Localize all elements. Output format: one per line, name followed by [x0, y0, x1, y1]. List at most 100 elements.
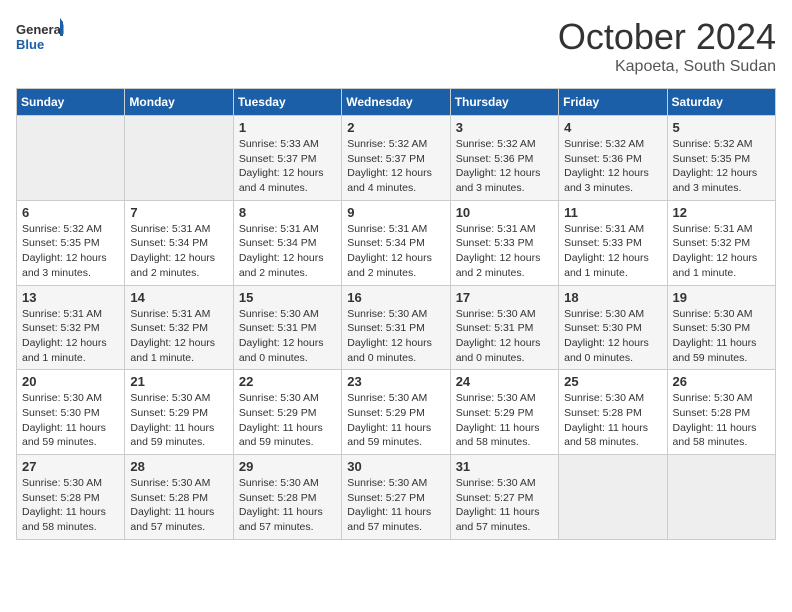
calendar-cell: 5 Sunrise: 5:32 AMSunset: 5:35 PMDaylight…: [667, 116, 775, 201]
day-info: Sunrise: 5:30 AMSunset: 5:29 PMDaylight:…: [456, 391, 553, 450]
calendar-cell: 7 Sunrise: 5:31 AMSunset: 5:34 PMDaylight…: [125, 200, 233, 285]
weekday-header-row: SundayMondayTuesdayWednesdayThursdayFrid…: [17, 89, 776, 116]
week-row-2: 6Sunrise: 5:32 AMSunset: 5:35 PMDaylight…: [17, 200, 776, 285]
calendar-cell: 15 Sunrise: 5:30 AMSunset: 5:31 PMDayligh…: [233, 285, 341, 370]
calendar-cell: 19Sunrise: 5:30 AMSunset: 5:30 PMDayligh…: [667, 285, 775, 370]
day-number: 21: [130, 374, 227, 389]
day-number: 9: [347, 205, 444, 220]
day-info: Sunrise: 5:30 AMSunset: 5:31 PMDaylight:…: [456, 307, 553, 366]
day-info: Sunrise: 5:32 AMSunset: 5:36 PMDaylight:…: [564, 137, 661, 196]
day-info: Sunrise: 5:30 AMSunset: 5:27 PMDaylight:…: [347, 476, 444, 535]
day-number: 18: [564, 290, 661, 305]
calendar-cell: 8 Sunrise: 5:31 AMSunset: 5:34 PMDaylight…: [233, 200, 341, 285]
calendar-cell: 29 Sunrise: 5:30 AMSunset: 5:28 PMDayligh…: [233, 455, 341, 540]
day-info: Sunrise: 5:30 AMSunset: 5:27 PMDaylight:…: [456, 476, 553, 535]
day-number: 19: [673, 290, 770, 305]
location: Kapoeta, South Sudan: [558, 58, 776, 76]
calendar-cell: 10Sunrise: 5:31 AMSunset: 5:33 PMDayligh…: [450, 200, 558, 285]
day-number: 6: [22, 205, 119, 220]
week-row-5: 27 Sunrise: 5:30 AMSunset: 5:28 PMDayligh…: [17, 455, 776, 540]
day-info: Sunrise: 5:30 AMSunset: 5:28 PMDaylight:…: [239, 476, 336, 535]
day-info: Sunrise: 5:30 AMSunset: 5:28 PMDaylight:…: [22, 476, 119, 535]
calendar-cell: 23 Sunrise: 5:30 AMSunset: 5:29 PMDayligh…: [342, 370, 450, 455]
day-info: Sunrise: 5:31 AMSunset: 5:32 PMDaylight:…: [673, 222, 770, 281]
calendar-cell: 24Sunrise: 5:30 AMSunset: 5:29 PMDayligh…: [450, 370, 558, 455]
calendar-cell: 6Sunrise: 5:32 AMSunset: 5:35 PMDaylight…: [17, 200, 125, 285]
weekday-header-sunday: Sunday: [17, 89, 125, 116]
day-number: 4: [564, 120, 661, 135]
day-number: 29: [239, 459, 336, 474]
calendar-cell: 20Sunrise: 5:30 AMSunset: 5:30 PMDayligh…: [17, 370, 125, 455]
calendar-cell: [559, 455, 667, 540]
day-info: Sunrise: 5:31 AMSunset: 5:34 PMDaylight:…: [239, 222, 336, 281]
calendar-cell: 1Sunrise: 5:33 AMSunset: 5:37 PMDaylight…: [233, 116, 341, 201]
week-row-1: 1Sunrise: 5:33 AMSunset: 5:37 PMDaylight…: [17, 116, 776, 201]
day-info: Sunrise: 5:30 AMSunset: 5:28 PMDaylight:…: [130, 476, 227, 535]
day-number: 16: [347, 290, 444, 305]
calendar-cell: 4 Sunrise: 5:32 AMSunset: 5:36 PMDaylight…: [559, 116, 667, 201]
day-info: Sunrise: 5:33 AMSunset: 5:37 PMDaylight:…: [239, 137, 336, 196]
day-number: 14: [130, 290, 227, 305]
day-info: Sunrise: 5:30 AMSunset: 5:29 PMDaylight:…: [239, 391, 336, 450]
week-row-3: 13 Sunrise: 5:31 AMSunset: 5:32 PMDayligh…: [17, 285, 776, 370]
day-info: Sunrise: 5:30 AMSunset: 5:29 PMDaylight:…: [347, 391, 444, 450]
calendar-cell: 28 Sunrise: 5:30 AMSunset: 5:28 PMDayligh…: [125, 455, 233, 540]
day-number: 5: [673, 120, 770, 135]
day-number: 25: [564, 374, 661, 389]
calendar-cell: 26 Sunrise: 5:30 AMSunset: 5:28 PMDayligh…: [667, 370, 775, 455]
day-info: Sunrise: 5:30 AMSunset: 5:30 PMDaylight:…: [564, 307, 661, 366]
weekday-header-friday: Friday: [559, 89, 667, 116]
day-info: Sunrise: 5:31 AMSunset: 5:32 PMDaylight:…: [22, 307, 119, 366]
svg-text:General: General: [16, 22, 64, 37]
calendar-table: SundayMondayTuesdayWednesdayThursdayFrid…: [16, 88, 776, 540]
calendar-cell: [17, 116, 125, 201]
calendar-cell: 30 Sunrise: 5:30 AMSunset: 5:27 PMDayligh…: [342, 455, 450, 540]
calendar-cell: 9 Sunrise: 5:31 AMSunset: 5:34 PMDaylight…: [342, 200, 450, 285]
calendar-cell: 27 Sunrise: 5:30 AMSunset: 5:28 PMDayligh…: [17, 455, 125, 540]
day-number: 26: [673, 374, 770, 389]
page-header: General Blue October 2024 Kapoeta, South…: [16, 16, 776, 76]
day-number: 17: [456, 290, 553, 305]
day-info: Sunrise: 5:30 AMSunset: 5:28 PMDaylight:…: [673, 391, 770, 450]
title-block: October 2024 Kapoeta, South Sudan: [558, 16, 776, 76]
day-info: Sunrise: 5:31 AMSunset: 5:34 PMDaylight:…: [130, 222, 227, 281]
calendar-cell: 2Sunrise: 5:32 AMSunset: 5:37 PMDaylight…: [342, 116, 450, 201]
day-number: 30: [347, 459, 444, 474]
calendar-cell: 3Sunrise: 5:32 AMSunset: 5:36 PMDaylight…: [450, 116, 558, 201]
calendar-cell: 18 Sunrise: 5:30 AMSunset: 5:30 PMDayligh…: [559, 285, 667, 370]
week-row-4: 20Sunrise: 5:30 AMSunset: 5:30 PMDayligh…: [17, 370, 776, 455]
day-number: 3: [456, 120, 553, 135]
day-info: Sunrise: 5:31 AMSunset: 5:34 PMDaylight:…: [347, 222, 444, 281]
calendar-cell: 11 Sunrise: 5:31 AMSunset: 5:33 PMDayligh…: [559, 200, 667, 285]
day-info: Sunrise: 5:32 AMSunset: 5:37 PMDaylight:…: [347, 137, 444, 196]
day-number: 8: [239, 205, 336, 220]
calendar-cell: 17 Sunrise: 5:30 AMSunset: 5:31 PMDayligh…: [450, 285, 558, 370]
day-number: 15: [239, 290, 336, 305]
day-number: 7: [130, 205, 227, 220]
month-title: October 2024: [558, 16, 776, 58]
weekday-header-monday: Monday: [125, 89, 233, 116]
day-number: 12: [673, 205, 770, 220]
day-number: 23: [347, 374, 444, 389]
calendar-cell: [667, 455, 775, 540]
day-info: Sunrise: 5:31 AMSunset: 5:33 PMDaylight:…: [564, 222, 661, 281]
day-info: Sunrise: 5:31 AMSunset: 5:32 PMDaylight:…: [130, 307, 227, 366]
day-number: 28: [130, 459, 227, 474]
logo: General Blue: [16, 16, 66, 60]
weekday-header-saturday: Saturday: [667, 89, 775, 116]
day-number: 11: [564, 205, 661, 220]
day-number: 27: [22, 459, 119, 474]
day-info: Sunrise: 5:30 AMSunset: 5:29 PMDaylight:…: [130, 391, 227, 450]
day-number: 13: [22, 290, 119, 305]
calendar-cell: 25 Sunrise: 5:30 AMSunset: 5:28 PMDayligh…: [559, 370, 667, 455]
day-info: Sunrise: 5:30 AMSunset: 5:31 PMDaylight:…: [239, 307, 336, 366]
weekday-header-tuesday: Tuesday: [233, 89, 341, 116]
logo-icon: General Blue: [16, 16, 66, 60]
day-number: 22: [239, 374, 336, 389]
calendar-cell: 22 Sunrise: 5:30 AMSunset: 5:29 PMDayligh…: [233, 370, 341, 455]
day-number: 20: [22, 374, 119, 389]
day-info: Sunrise: 5:32 AMSunset: 5:35 PMDaylight:…: [673, 137, 770, 196]
weekday-header-wednesday: Wednesday: [342, 89, 450, 116]
day-info: Sunrise: 5:30 AMSunset: 5:31 PMDaylight:…: [347, 307, 444, 366]
day-info: Sunrise: 5:30 AMSunset: 5:28 PMDaylight:…: [564, 391, 661, 450]
